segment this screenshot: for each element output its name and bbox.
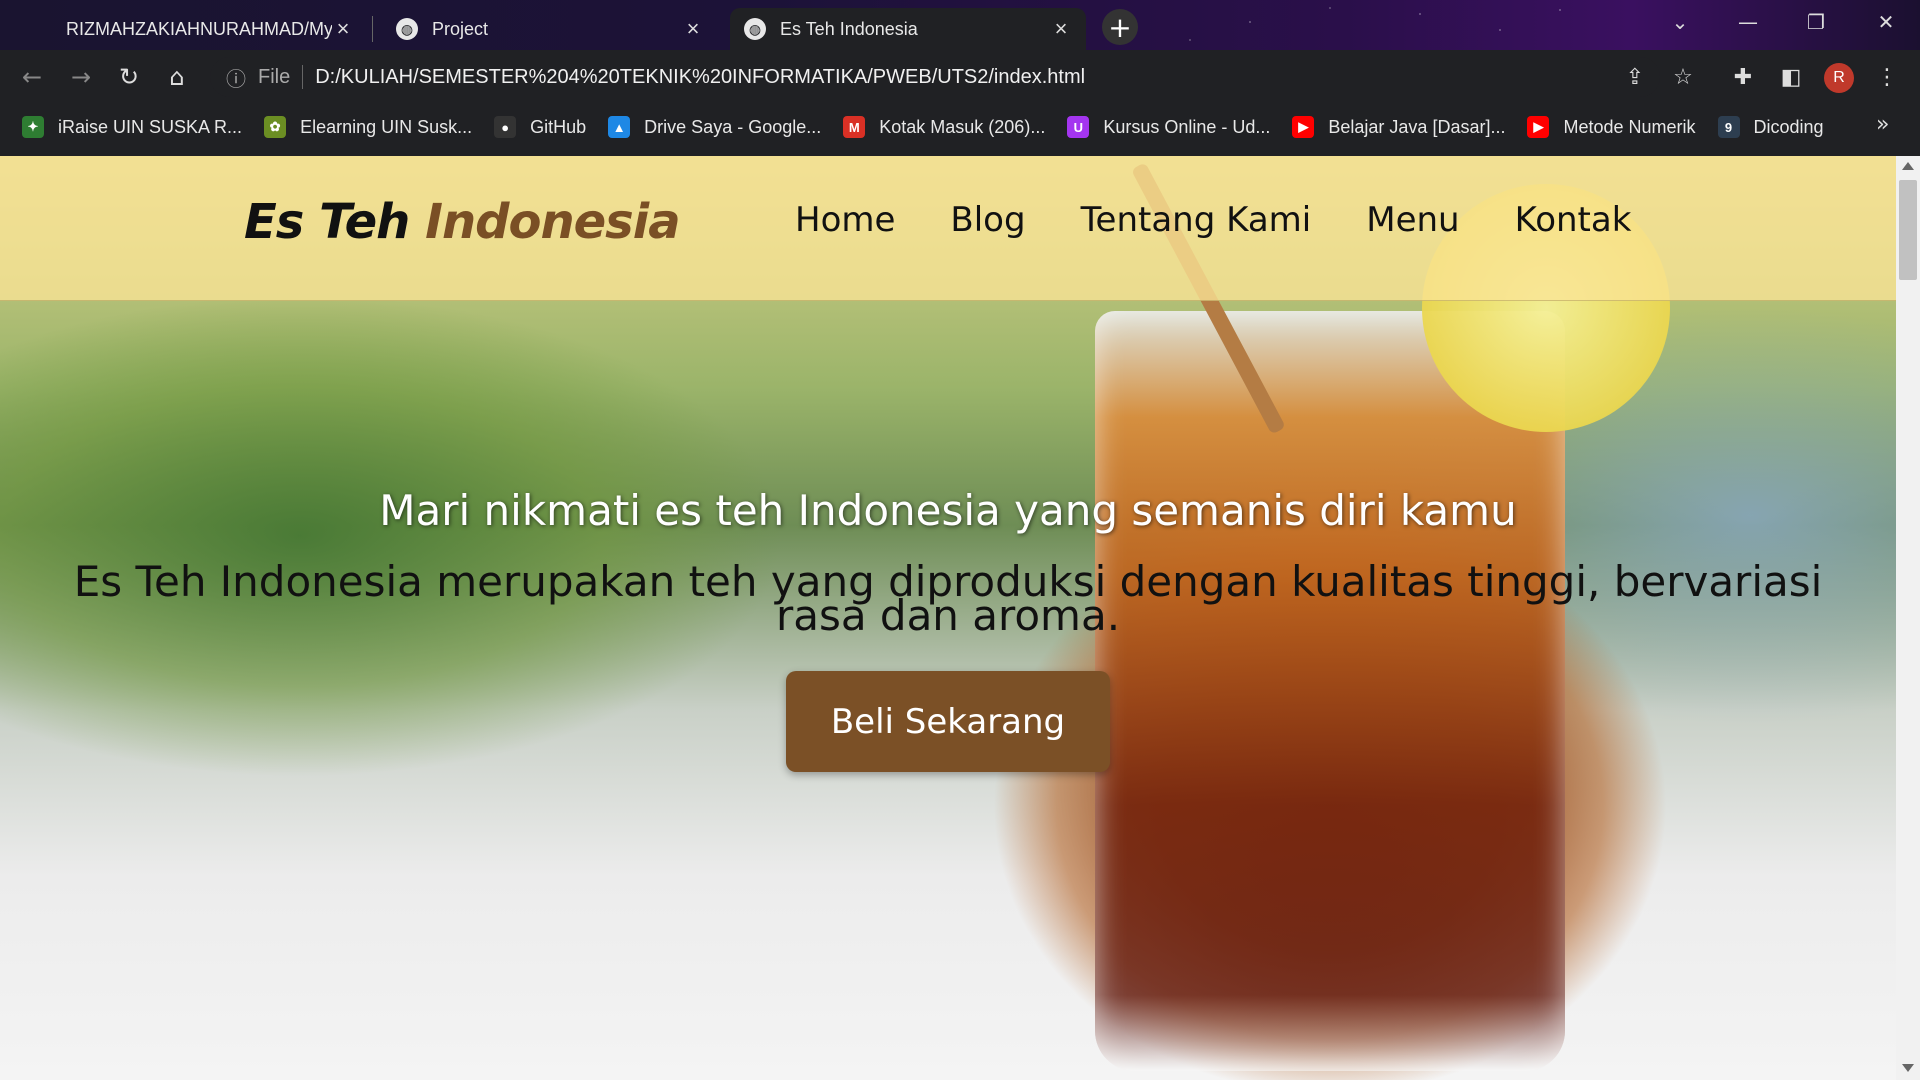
gmail-icon: M	[843, 116, 866, 138]
nav-kontak[interactable]: Kontak	[1515, 200, 1632, 240]
more-bookmarks-icon[interactable]: »	[1876, 112, 1889, 137]
address-divider	[302, 65, 304, 89]
bookmark-label: Dicoding	[1753, 116, 1824, 137]
youtube-icon: ▶	[1292, 116, 1315, 138]
bookmark-label: Kotak Masuk (206)...	[879, 116, 1046, 137]
bookmark-item[interactable]: ▲ Drive Saya - Google...	[608, 116, 821, 138]
hero-section: Mari nikmati es teh Indonesia yang seman…	[0, 486, 1896, 640]
scheme-label: File	[258, 65, 291, 88]
bookmarks-bar: ✦ iRaise UIN SUSKA R... ✿ Elearning UIN Sus…	[0, 110, 1920, 144]
bookmark-label: iRaise UIN SUSKA R...	[58, 116, 243, 137]
bookmark-item[interactable]: ● GitHub	[494, 116, 586, 138]
close-icon[interactable]: ×	[1050, 16, 1072, 42]
close-window-icon[interactable]: ✕	[1852, 0, 1920, 44]
scroll-up-arrow-icon[interactable]	[1902, 162, 1914, 170]
tab-strip: RIZMAHZAKIAHNURAHMAD/My × ◍ Project × ◍ …	[0, 0, 1920, 50]
github-icon: ●	[494, 116, 517, 138]
close-icon[interactable]: ×	[332, 16, 354, 42]
iced-tea-glass-image	[1095, 311, 1565, 1071]
nav-blog[interactable]: Blog	[950, 200, 1025, 240]
tab-divider	[372, 16, 373, 42]
brand-part-1: Es Teh	[244, 194, 410, 250]
page-viewport: Es Teh Indonesia Home Blog Tentang Kami …	[0, 156, 1896, 1080]
share-icon[interactable]: ⇪	[1620, 62, 1650, 92]
tab-title: Es Teh Indonesia	[780, 18, 918, 39]
back-icon[interactable]: ←	[17, 62, 47, 92]
restore-icon[interactable]: ❐	[1782, 0, 1850, 44]
close-icon[interactable]: ×	[682, 16, 704, 42]
tab-project[interactable]: ◍ Project ×	[382, 8, 718, 50]
tab-title: RIZMAHZAKIAHNURAHMAD/My	[66, 18, 332, 39]
nav-home[interactable]: Home	[795, 200, 895, 240]
iraise-icon: ✦	[22, 116, 44, 138]
tab-github[interactable]: RIZMAHZAKIAHNURAHMAD/My ×	[52, 8, 368, 50]
bookmark-item[interactable]: U Kursus Online - Ud...	[1067, 116, 1270, 138]
elearning-icon: ✿	[264, 116, 287, 138]
tab-es-teh-indonesia[interactable]: ◍ Es Teh Indonesia ×	[730, 8, 1086, 50]
tab-search-chevron-icon[interactable]: ⌄	[1646, 0, 1714, 44]
bookmark-item[interactable]: ✿ Elearning UIN Susk...	[264, 116, 472, 138]
reload-icon[interactable]: ↻	[114, 62, 144, 92]
address-bar[interactable]: ⓘ File D:/KULIAH/SEMESTER%204%20TEKNIK%2…	[210, 57, 1660, 97]
scroll-down-arrow-icon[interactable]	[1902, 1064, 1914, 1072]
site-nav: Home Blog Tentang Kami Menu Kontak	[795, 200, 1631, 240]
youtube-icon: ▶	[1527, 116, 1550, 138]
bookmark-label: Drive Saya - Google...	[644, 116, 822, 137]
forward-icon[interactable]: →	[66, 62, 96, 92]
url-text[interactable]: D:/KULIAH/SEMESTER%204%20TEKNIK%20INFORM…	[315, 66, 1085, 89]
vertical-scrollbar[interactable]	[1896, 156, 1920, 1080]
buy-now-button[interactable]: Beli Sekarang	[786, 671, 1110, 772]
bookmark-label: Kursus Online - Ud...	[1103, 116, 1271, 137]
menu-kebab-icon[interactable]: ⋮	[1872, 62, 1902, 92]
scroll-thumb[interactable]	[1899, 180, 1917, 280]
nav-menu[interactable]: Menu	[1366, 200, 1459, 240]
bookmark-item[interactable]: ▶ Belajar Java [Dasar]...	[1292, 116, 1505, 138]
profile-avatar[interactable]: R	[1824, 63, 1854, 93]
nav-tentang-kami[interactable]: Tentang Kami	[1081, 200, 1312, 240]
bookmark-item[interactable]: ▶ Metode Numerik	[1527, 116, 1696, 138]
bookmark-item[interactable]: ✦ iRaise UIN SUSKA R...	[22, 116, 242, 138]
site-logo[interactable]: Es Teh Indonesia	[244, 194, 681, 250]
google-drive-icon: ▲	[608, 116, 631, 138]
globe-icon: ◍	[396, 18, 418, 40]
bookmark-label: GitHub	[530, 116, 587, 137]
home-icon[interactable]: ⌂	[162, 62, 192, 92]
bookmark-label: Metode Numerik	[1563, 116, 1696, 137]
hero-subtitle: Mari nikmati es teh Indonesia yang seman…	[379, 486, 1517, 535]
info-icon[interactable]: ⓘ	[226, 63, 246, 92]
globe-icon: ◍	[744, 18, 766, 40]
bookmark-item[interactable]: M Kotak Masuk (206)...	[843, 116, 1045, 138]
dicoding-icon: 9	[1717, 116, 1740, 138]
bookmark-item[interactable]: 9 Dicoding	[1717, 116, 1824, 138]
hero-description: Es Teh Indonesia merupakan teh yang dipr…	[73, 557, 1823, 640]
site-navbar: Es Teh Indonesia Home Blog Tentang Kami …	[0, 156, 1896, 301]
minimize-icon[interactable]: —	[1714, 0, 1782, 44]
bookmark-label: Elearning UIN Susk...	[300, 116, 473, 137]
extensions-icon[interactable]: ✚	[1728, 62, 1758, 92]
brand-part-2: Indonesia	[425, 194, 681, 250]
new-tab-button[interactable]: +	[1102, 9, 1138, 45]
side-panel-icon[interactable]: ◧	[1776, 62, 1806, 92]
udemy-icon: U	[1067, 116, 1090, 138]
tab-title: Project	[432, 18, 489, 39]
bookmark-star-icon[interactable]: ☆	[1668, 62, 1698, 92]
bookmark-label: Belajar Java [Dasar]...	[1328, 116, 1506, 137]
